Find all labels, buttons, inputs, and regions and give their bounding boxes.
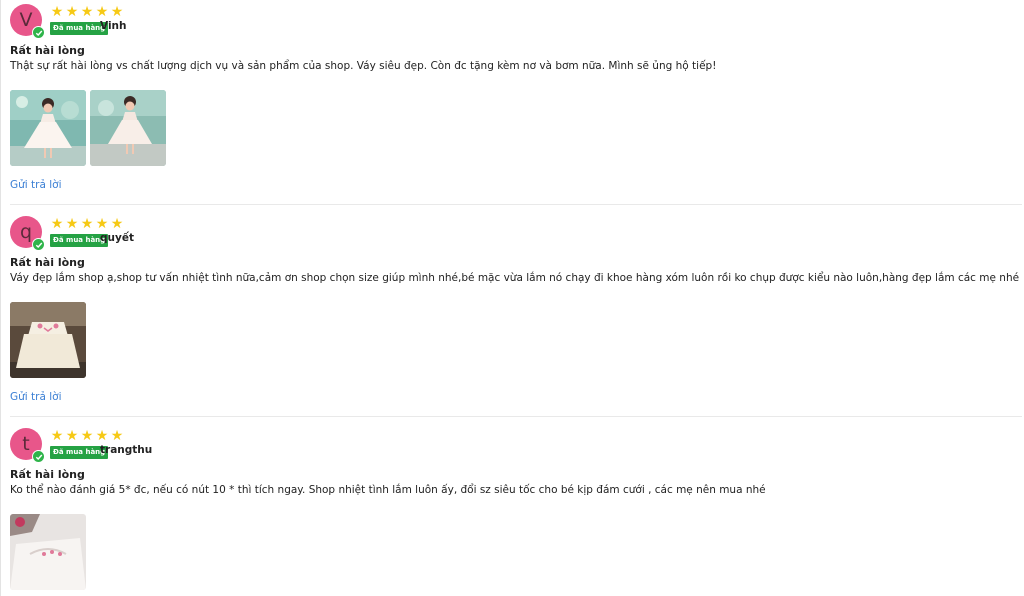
avatar-letter: V xyxy=(19,9,33,31)
reviewer-name: trangthu xyxy=(100,444,153,456)
review-photos xyxy=(10,514,86,590)
avatar: q xyxy=(10,216,45,251)
star-icon: ★ xyxy=(50,4,64,20)
star-rating: ★ ★ ★ ★ ★ xyxy=(50,4,124,20)
star-rating: ★ ★ ★ ★ ★ xyxy=(50,428,124,444)
review-photo[interactable] xyxy=(10,90,86,166)
avatar: t xyxy=(10,428,45,463)
left-border xyxy=(0,0,1,596)
divider xyxy=(10,204,1022,205)
star-icon: ★ xyxy=(110,4,124,20)
review-title: Rất hài lòng xyxy=(10,468,85,481)
star-icon: ★ xyxy=(65,4,79,20)
review-photo[interactable] xyxy=(10,302,86,378)
divider xyxy=(10,416,1022,417)
star-icon: ★ xyxy=(80,428,94,444)
star-icon: ★ xyxy=(110,428,124,444)
verified-check-icon xyxy=(32,238,45,251)
star-icon: ★ xyxy=(80,4,94,20)
avatar-letter: t xyxy=(22,433,30,455)
review-title: Rất hài lòng xyxy=(10,44,85,57)
reply-link[interactable]: Gửi trả lời xyxy=(10,179,62,191)
review-photo[interactable] xyxy=(10,514,86,590)
review-text: Ko thể nào đánh giá 5* đc, nếu có nút 10… xyxy=(10,484,766,496)
review-text: Váy đẹp lắm shop ạ,shop tư vấn nhiệt tìn… xyxy=(10,272,1020,284)
reviewer-name: quyết xyxy=(100,232,134,244)
reviewer-name: Vinh xyxy=(100,20,127,32)
verified-check-icon xyxy=(32,450,45,463)
star-icon: ★ xyxy=(95,4,109,20)
star-icon: ★ xyxy=(110,216,124,232)
star-icon: ★ xyxy=(65,216,79,232)
star-rating: ★ ★ ★ ★ ★ xyxy=(50,216,124,232)
review-photos xyxy=(10,90,166,166)
review-photos xyxy=(10,302,86,378)
review-text: Thật sự rất hài lòng vs chất lượng dịch … xyxy=(10,60,717,72)
avatar: V xyxy=(10,4,45,39)
star-icon: ★ xyxy=(50,428,64,444)
star-icon: ★ xyxy=(50,216,64,232)
review-title: Rất hài lòng xyxy=(10,256,85,269)
verified-check-icon xyxy=(32,26,45,39)
star-icon: ★ xyxy=(65,428,79,444)
reviews-page: V ★ ★ ★ ★ ★ Đã mua hàng Vinh Rất hài lòn… xyxy=(0,0,1024,596)
avatar-letter: q xyxy=(19,221,33,243)
star-icon: ★ xyxy=(95,216,109,232)
star-icon: ★ xyxy=(80,216,94,232)
reply-link[interactable]: Gửi trả lời xyxy=(10,391,62,403)
star-icon: ★ xyxy=(95,428,109,444)
review-photo[interactable] xyxy=(90,90,166,166)
